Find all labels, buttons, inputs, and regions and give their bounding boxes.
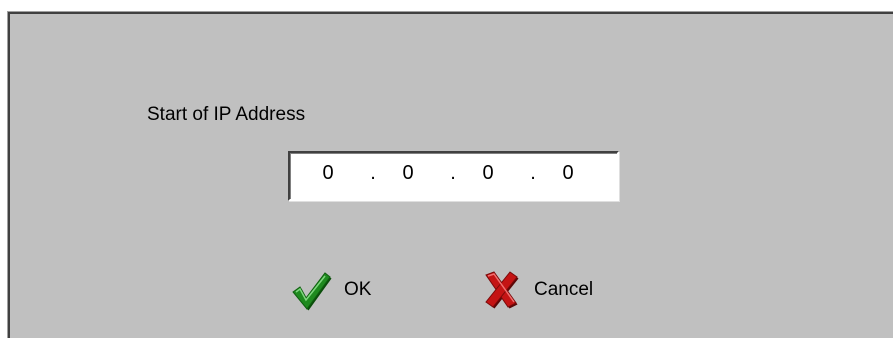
ip-separator: .	[370, 162, 376, 184]
cancel-button[interactable]: Cancel	[480, 260, 593, 320]
ip-octet-3[interactable]: 0	[473, 162, 503, 185]
checkmark-icon	[290, 269, 332, 311]
ip-octet-1[interactable]: 0	[313, 162, 343, 185]
ip-separator: .	[530, 162, 536, 184]
ip-octet-4[interactable]: 0	[553, 162, 583, 185]
ok-button[interactable]: OK	[290, 260, 371, 320]
ip-address-field[interactable]: 0 . 0 . 0 . 0	[288, 151, 619, 201]
ok-button-label: OK	[344, 279, 372, 300]
x-mark-icon	[480, 269, 522, 311]
ip-address-label: Start of IP Address	[147, 104, 306, 125]
ip-separator: .	[450, 162, 456, 184]
cancel-button-label: Cancel	[534, 279, 594, 300]
ip-octet-2[interactable]: 0	[393, 162, 423, 185]
dialog: Start of IP Address 0 . 0 . 0 . 0 OK Can…	[7, 11, 893, 338]
